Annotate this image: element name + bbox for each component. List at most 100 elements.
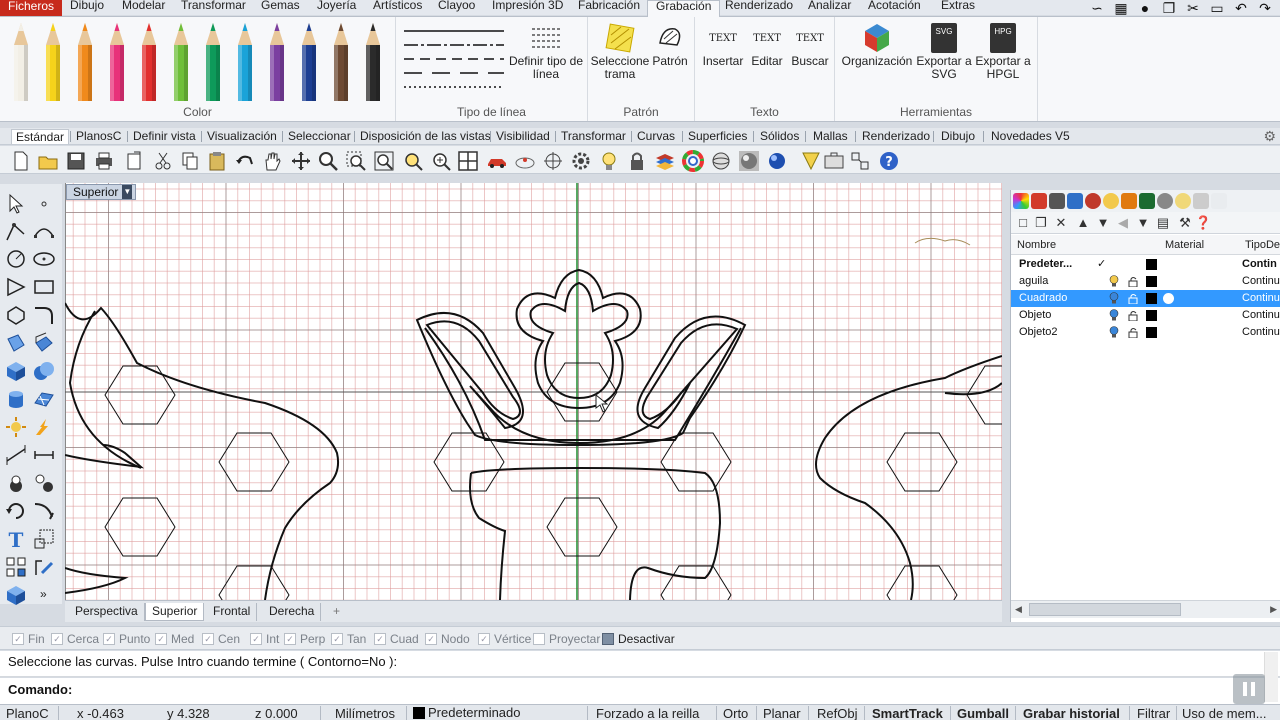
tbtab-mallas[interactable]: Mallas (813, 129, 848, 144)
paste-icon[interactable] (206, 150, 228, 172)
render-panel-icon[interactable] (1121, 193, 1137, 209)
osnap-toggle[interactable]: RefObj (817, 705, 857, 720)
osnap-proyectar[interactable]: Proyectar (533, 632, 600, 646)
smarttrack-toggle[interactable]: SmartTrack (872, 705, 943, 720)
tab-artisticos[interactable]: Artísticos (373, 0, 422, 15)
linetype-samples[interactable] (402, 27, 506, 91)
arc-icon[interactable] (4, 275, 28, 299)
layer-linetype[interactable]: Contin (1242, 256, 1277, 273)
search-text-button[interactable]: TEXT Buscar (789, 21, 831, 68)
tbtab-seleccionar[interactable]: Seleccionar (288, 129, 351, 144)
mesh-icon[interactable] (32, 387, 56, 411)
tab-joyeria[interactable]: Joyería (317, 0, 356, 15)
fillet-icon[interactable] (32, 303, 56, 327)
layer-linetype[interactable]: Continua (1242, 307, 1280, 324)
redo-icon[interactable]: ↷ (1256, 1, 1274, 15)
layer-color-swatch[interactable] (1146, 293, 1157, 304)
tab-impresion-3d[interactable]: Impresión 3D (492, 0, 563, 15)
tab-dibujo[interactable]: Dibujo (70, 0, 104, 15)
gear-icon[interactable]: ⚙ (1263, 128, 1276, 145)
scale-icon[interactable] (32, 527, 56, 551)
color-pencil[interactable] (362, 23, 384, 101)
planar-toggle[interactable]: Planar (763, 705, 801, 720)
vptab-perspectiva[interactable]: Perspectiva (69, 603, 145, 621)
tab-analizar[interactable]: Analizar (808, 0, 851, 15)
tbtab-curvas[interactable]: Curvas (637, 129, 675, 144)
notes-panel-icon[interactable] (1193, 193, 1209, 209)
viewport-panel-icon[interactable] (1067, 193, 1083, 209)
tbtab-transformar[interactable]: Transformar (561, 129, 626, 144)
move-left-icon[interactable]: ◀ (1115, 215, 1131, 231)
clapper-icon[interactable]: ▦ (1112, 1, 1130, 15)
circle-icon[interactable] (4, 247, 28, 271)
tbtab-estandar[interactable]: Estándar (11, 129, 70, 144)
box-solid-icon[interactable] (4, 359, 28, 383)
checkbox-icon[interactable] (602, 633, 614, 645)
clock-panel-icon[interactable] (1175, 193, 1191, 209)
checkbox-icon[interactable]: ✓ (202, 633, 214, 645)
properties-panel-icon[interactable] (1085, 193, 1101, 209)
checkbox-icon[interactable]: ✓ (374, 633, 386, 645)
tab-acotacion[interactable]: Acotación (868, 0, 921, 15)
column-name-header[interactable]: Nombre (1017, 235, 1056, 255)
material-sphere-icon[interactable] (1163, 293, 1174, 304)
tab-fabricacion[interactable]: Fabricación (578, 0, 640, 15)
osnap-int[interactable]: ✓ Int (250, 632, 279, 646)
ortho-toggle[interactable]: Orto (723, 705, 748, 720)
settings-cog-icon[interactable] (570, 150, 592, 172)
scroll-thumb[interactable] (1029, 603, 1181, 616)
scroll-right-icon[interactable]: ▶ (1270, 604, 1277, 615)
point-icon[interactable] (32, 192, 56, 216)
zoom-all-icon[interactable] (430, 150, 452, 172)
layer-horizontal-scrollbar[interactable]: ◀ ▶ (1011, 600, 1280, 618)
ellipse-icon[interactable] (32, 247, 56, 271)
color-panel-icon[interactable] (1013, 193, 1029, 209)
paste-icon[interactable]: ▭ (1208, 1, 1226, 15)
zoom-window-icon[interactable] (345, 150, 367, 172)
color-pencil[interactable] (202, 23, 224, 101)
layers-panel-icon[interactable] (1031, 193, 1047, 209)
layer-color-swatch[interactable] (1146, 276, 1157, 287)
lock-icon[interactable] (626, 150, 648, 172)
visibility-bulb-icon[interactable] (1109, 309, 1119, 321)
pan-hand-icon[interactable] (261, 150, 283, 172)
color-pencil[interactable] (106, 23, 128, 101)
color-pencil[interactable] (10, 23, 32, 101)
toolbox-icon[interactable] (823, 150, 845, 172)
help-icon[interactable]: ? (878, 150, 900, 172)
tbtab-novedades-v5[interactable]: Novedades V5 (991, 129, 1070, 144)
filter-toggle[interactable]: Filtrar (1137, 705, 1170, 720)
edit-text-button[interactable]: TEXT Editar (747, 21, 787, 68)
column-linetype-header[interactable]: TipoDe (1245, 235, 1280, 255)
more-tools-icon[interactable]: » (40, 587, 47, 601)
import-icon[interactable] (124, 150, 146, 172)
lock-icon[interactable] (1128, 327, 1139, 339)
osnap-nodo[interactable]: ✓ Nodo (425, 632, 470, 646)
pattern-button[interactable]: Patrón (650, 21, 690, 68)
vptab-superior[interactable]: Superior (145, 603, 205, 621)
gumball-toggle[interactable]: Gumball (957, 705, 1009, 720)
filter-icon[interactable]: ▼ (1135, 215, 1151, 231)
layer-linetype[interactable]: Continua (1242, 290, 1280, 307)
column-material-header[interactable]: Material (1165, 235, 1204, 255)
save-icon[interactable] (65, 150, 87, 172)
tbtab-definir-vista[interactable]: Definir vista (133, 129, 196, 144)
render-lightning-icon[interactable] (32, 415, 56, 439)
extrude-surface-icon[interactable] (32, 331, 56, 355)
osnap-fin[interactable]: ✓ Fin (12, 632, 45, 646)
group-icon[interactable] (4, 471, 28, 495)
tools-icon[interactable]: ⚒ (1177, 215, 1193, 231)
export-hpgl-button[interactable]: HPG Exportar a HPGL (973, 21, 1033, 81)
trim-icon[interactable] (32, 499, 56, 523)
zoom-icon[interactable] (317, 150, 339, 172)
eagle-left-curve[interactable] (65, 302, 340, 600)
layer-row[interactable]: Predeter... ✓ Contin (1011, 256, 1280, 273)
tbtab-planosc[interactable]: PlanosC (76, 129, 121, 144)
visibility-bulb-icon[interactable] (1109, 326, 1119, 338)
color-pencil[interactable] (330, 23, 352, 101)
layer-row[interactable]: Cuadrado Continua (1011, 290, 1280, 307)
help-panel-icon[interactable] (1157, 193, 1173, 209)
open-folder-icon[interactable] (37, 150, 59, 172)
new-layer-icon[interactable]: □ (1015, 215, 1031, 231)
color-pencil[interactable] (234, 23, 256, 101)
